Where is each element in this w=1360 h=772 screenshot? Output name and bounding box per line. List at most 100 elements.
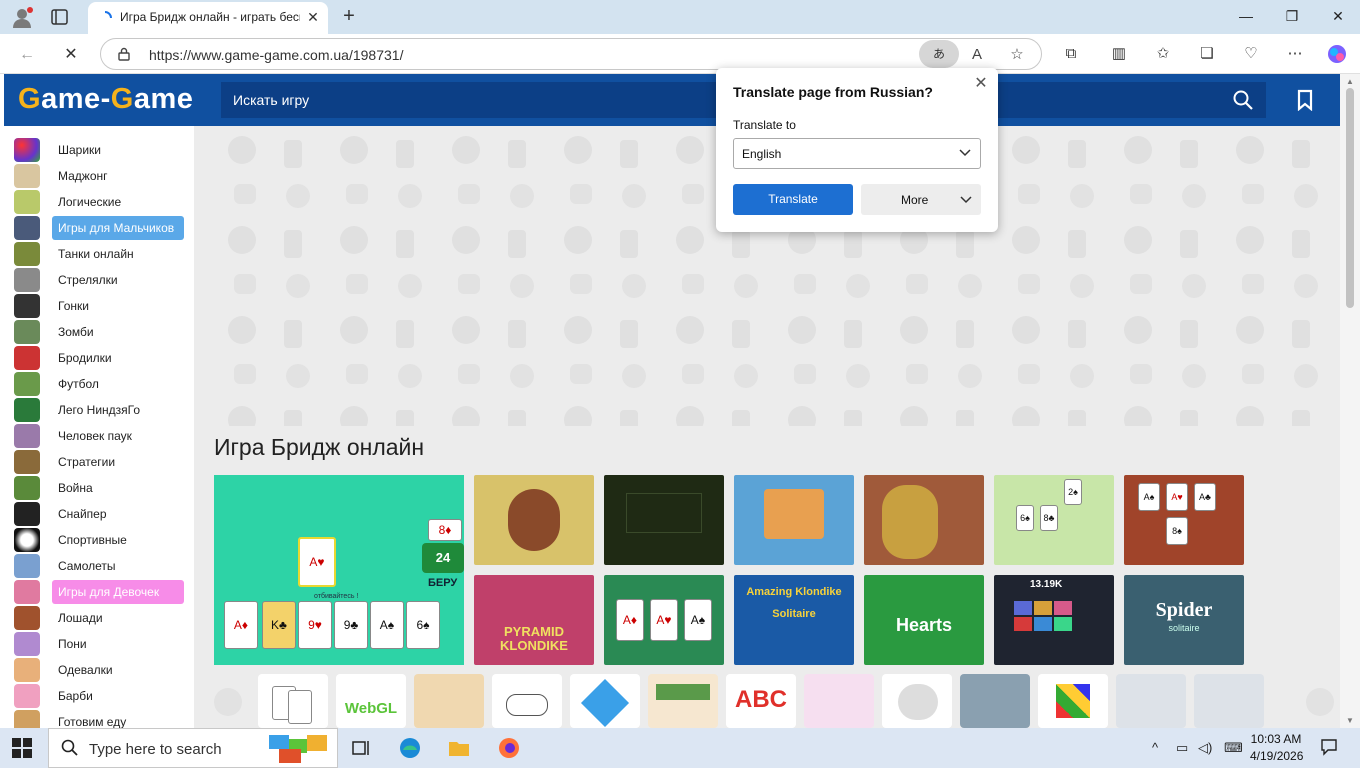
scrollbar-thumb[interactable] [1346,88,1354,308]
carousel-thumb-tank[interactable] [1194,674,1264,728]
game-tile-spartan[interactable] [864,475,984,565]
page-scrollbar[interactable]: ▲ ▼ [1340,74,1360,728]
sidebar-item-shooters[interactable]: Стрелялки [14,268,189,292]
carousel-thumb-room[interactable] [648,674,718,728]
tab-active[interactable]: Игра Бридж онлайн - играть бесплатно ✕ [88,2,328,34]
task-view-icon[interactable] [350,736,374,760]
game-tile-classic-solitaire[interactable]: A♠ A♥ A♣ 8♠ [1124,475,1244,565]
sidebar-item-label: Гонки [58,299,89,313]
carousel-thumb-sheep[interactable] [882,674,952,728]
favorites-icon[interactable]: ✩ [1152,43,1174,65]
carousel-thumb-cards[interactable] [258,674,328,728]
game-tile-green-solitaire[interactable]: A♦ A♥ A♠ [604,575,724,665]
sidebar-item-logic[interactable]: Логические [14,190,189,214]
game-tile-2048[interactable]: 13.19K [994,575,1114,665]
taskbar-search-input[interactable]: Type here to search [48,728,338,768]
game-tile-amazing-klondike[interactable]: Amazing Klondike Solitaire [734,575,854,665]
carousel-thumb-webgl[interactable]: WebGL [336,674,406,728]
back-icon[interactable]: ← [16,44,38,66]
sidebar-item-mahjong[interactable]: Маджонг [14,164,189,188]
extensions-icon[interactable]: ⧉ [1060,43,1082,65]
keyboard-icon[interactable]: ⌨ [1224,740,1243,756]
sidebar-item-barbie[interactable]: Барби [14,684,189,708]
address-bar[interactable]: https://www.game-game.com.ua/198731/ あ A… [100,38,1042,70]
profile-icon[interactable] [10,6,34,28]
new-tab-icon[interactable]: + [338,6,360,28]
sidebar-item-sniper[interactable]: Снайпер [14,502,189,526]
sidebar-item-football[interactable]: Футбол [14,372,189,396]
sidebar-item-zombie[interactable]: Зомби [14,320,189,344]
card: 8♠ [1166,517,1188,545]
sidebar-item-tanks[interactable]: Танки онлайн [14,242,189,266]
game-tile-monkey[interactable] [474,475,594,565]
window-close-icon[interactable]: ✕ [1326,6,1350,26]
more-button[interactable]: More [861,184,981,215]
carousel-prev-button[interactable] [214,688,242,716]
popup-close-icon[interactable]: ✕ [972,75,990,93]
tab-close-icon[interactable]: ✕ [304,8,322,26]
carousel-thumb-people[interactable] [960,674,1030,728]
file-explorer-icon[interactable] [447,736,471,760]
network-icon[interactable]: ▭ [1176,740,1188,756]
sidebar-item-balls[interactable]: Шарики [14,138,189,162]
carousel-thumb-rubik[interactable] [1038,674,1108,728]
game-tile-hearts[interactable]: Hearts [864,575,984,665]
sidebar-item-horses[interactable]: Лошади [14,606,189,630]
bookmark-icon[interactable] [1294,89,1316,112]
sidebar-item-war[interactable]: Война [14,476,189,500]
sidebar-item-strategy[interactable]: Стратегии [14,450,189,474]
taskbar-clock[interactable]: 10:03 AM 4/19/2026 [1250,731,1303,765]
carousel-thumb-car[interactable] [492,674,562,728]
carousel-thumb-pony[interactable] [804,674,874,728]
split-screen-icon[interactable]: ▥ [1108,43,1130,65]
sidebar-item-dressup[interactable]: Одевалки [14,658,189,682]
loading-icon [98,11,112,25]
notifications-icon[interactable] [1320,738,1338,756]
game-tile-spider[interactable]: Spider solitaire [1124,575,1244,665]
game-tile-bridge[interactable]: A♥ отбивайтесь ! 8♦ 24 БЕРУ A♦ K♣ 9♥ 9♣ … [214,475,464,665]
firefox-icon[interactable] [497,736,521,760]
sidebar-item-ponies[interactable]: Пони [14,632,189,656]
copilot-icon[interactable] [1326,43,1348,65]
sidebar-item-ninjago[interactable]: Лего НиндзяГо [14,398,189,422]
carousel-thumb-winx[interactable] [414,674,484,728]
maximize-icon[interactable]: ❐ [1280,6,1304,26]
tab-actions-icon[interactable] [50,8,70,26]
card: 6♠ [1016,505,1034,531]
stop-loading-icon[interactable]: ✕ [60,44,82,66]
read-aloud-icon[interactable]: A [967,45,987,65]
carousel-thumb-soldier[interactable] [1116,674,1186,728]
search-icon[interactable] [1232,89,1254,111]
site-logo[interactable]: Game-Game [18,83,193,116]
game-tile-beach-solitaire[interactable] [734,475,854,565]
tray-chevron-icon[interactable]: ^ [1152,740,1158,755]
volume-icon[interactable]: ◁) [1198,740,1212,756]
sidebar-item-boys[interactable]: Игры для Мальчиков [14,216,189,240]
settings-more-icon[interactable]: ⋯ [1284,43,1306,65]
sidebar-item-cooking[interactable]: Готовим еду [14,710,189,728]
sidebar-item-walkers[interactable]: Бродилки [14,346,189,370]
translate-indicator-icon[interactable]: あ [919,40,959,68]
sidebar-item-spiderman[interactable]: Человек паук [14,424,189,448]
language-select[interactable]: English [733,138,981,169]
carousel-thumb-abc[interactable]: ABC [726,674,796,728]
scroll-up-icon[interactable]: ▲ [1345,77,1355,86]
carousel-next-button[interactable] [1306,688,1334,716]
translate-button[interactable]: Translate [733,184,853,215]
sidebar-item-racing[interactable]: Гонки [14,294,189,318]
sidebar-item-girls[interactable]: Игры для Девочек [14,580,189,604]
scroll-down-icon[interactable]: ▼ [1345,716,1355,725]
collections-icon[interactable]: ❏ [1196,43,1218,65]
game-tile-pyramid-klondike[interactable]: PYRAMID KLONDIKE [474,575,594,665]
sidebar-item-sports[interactable]: Спортивные [14,528,189,552]
favorite-star-icon[interactable]: ☆ [1007,45,1027,65]
game-tile-bright-solitaire[interactable]: 6♠ 8♣ 2♠ [994,475,1114,565]
sidebar-item-planes[interactable]: Самолеты [14,554,189,578]
windows-start-icon[interactable] [12,738,32,758]
carousel-thumb-gem[interactable] [570,674,640,728]
minimize-icon[interactable]: — [1234,6,1258,26]
edge-app-icon[interactable] [398,736,422,760]
browser-essentials-icon[interactable]: ♡ [1240,43,1262,65]
site-info-icon[interactable] [117,47,131,61]
game-tile-dark-solitaire[interactable] [604,475,724,565]
